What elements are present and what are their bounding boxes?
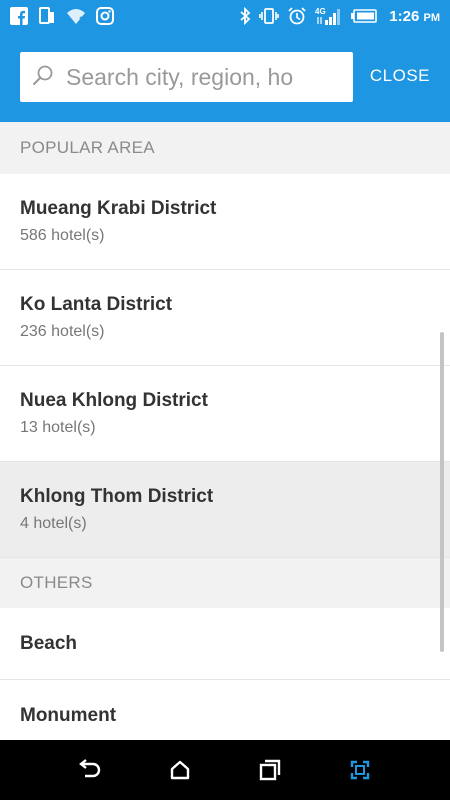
battery-icon (351, 8, 378, 24)
area-name: Ko Lanta District (20, 294, 173, 315)
hotel-count: 13 hotel(s) (20, 419, 96, 436)
search-input[interactable] (66, 63, 336, 91)
device-icon (38, 7, 56, 25)
list-item[interactable]: Mueang Krabi District 586 hotel(s) (0, 174, 450, 270)
clock-ampm: PM (423, 11, 441, 24)
clock-time: 1:26 (389, 7, 420, 25)
place-type-name: Beach (20, 632, 78, 654)
home-icon (170, 760, 190, 780)
network-label: 4G (315, 7, 326, 16)
bluetooth-icon (239, 7, 251, 25)
status-left: ? (10, 7, 114, 25)
recents-button[interactable] (250, 750, 290, 790)
list-item[interactable]: Beach (0, 608, 450, 680)
wifi-question-icon: ? (66, 7, 86, 25)
hotel-count: 586 hotel(s) (20, 227, 105, 244)
screenshot-button[interactable] (340, 750, 380, 790)
search-icon (32, 64, 54, 91)
search-header: CLOSE (0, 32, 450, 122)
vibrate-icon (259, 7, 280, 25)
back-icon (79, 759, 101, 778)
svg-text:?: ? (79, 15, 85, 25)
instagram-icon (96, 7, 114, 25)
section-header-popular: POPULAR AREA (0, 122, 450, 174)
back-button[interactable] (70, 750, 110, 790)
list-item-selected[interactable]: Khlong Thom District 4 hotel(s) (0, 462, 450, 558)
place-type-name: Monument (20, 704, 117, 726)
alarm-icon (287, 7, 307, 25)
system-nav-bar (0, 740, 450, 800)
list-item[interactable]: Monument (0, 680, 450, 740)
4g-signal-icon: 4G (315, 6, 343, 26)
list-item[interactable]: Ko Lanta District 236 hotel(s) (0, 270, 450, 366)
hotel-count: 236 hotel(s) (20, 323, 105, 340)
status-clock: 1:26 PM (389, 8, 440, 25)
list-item[interactable]: Nuea Khlong District 13 hotel(s) (0, 366, 450, 462)
status-right: 4G 1:26 PM (239, 6, 440, 26)
area-name: Nuea Khlong District (20, 390, 208, 411)
status-bar: ? 4G 1:26 PM (0, 0, 450, 32)
search-box[interactable] (20, 52, 353, 102)
recents-icon (259, 759, 281, 781)
facebook-icon (10, 7, 28, 25)
home-button[interactable] (160, 750, 200, 790)
area-name: Mueang Krabi District (20, 198, 217, 219)
screenshot-icon (350, 760, 370, 780)
area-name: Khlong Thom District (20, 486, 214, 507)
scrollbar[interactable] (440, 332, 444, 652)
hotel-count: 4 hotel(s) (20, 515, 87, 532)
close-button[interactable]: CLOSE (370, 66, 430, 86)
results-list[interactable]: POPULAR AREA Mueang Krabi District 586 h… (0, 122, 450, 740)
section-header-others: OTHERS (0, 558, 450, 608)
